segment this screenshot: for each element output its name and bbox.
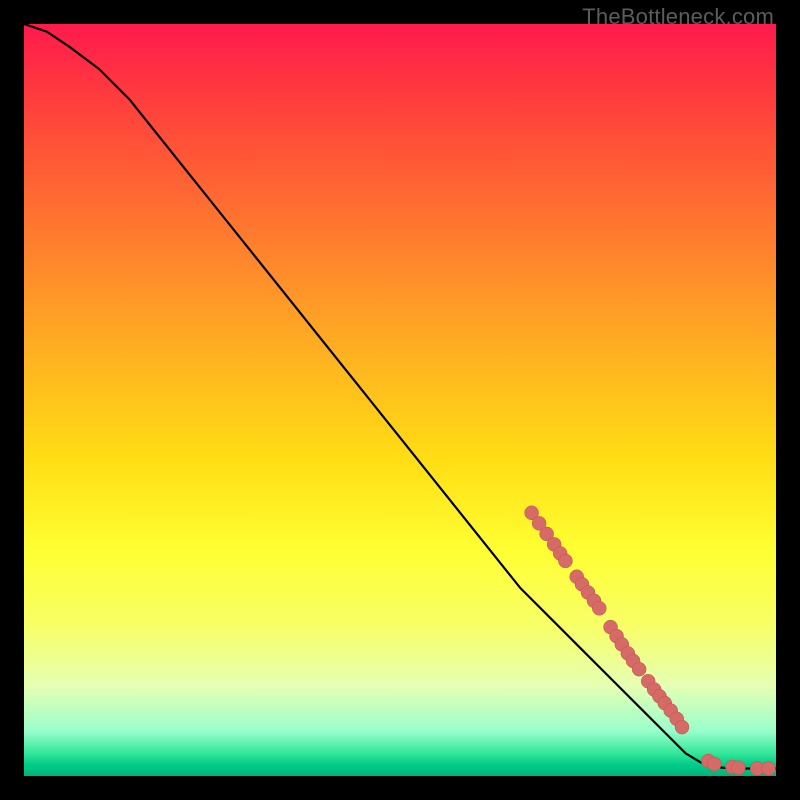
chart-frame: TheBottleneck.com [0, 0, 800, 800]
data-markers-group [525, 506, 776, 776]
data-marker [675, 720, 689, 734]
plot-area [24, 24, 776, 776]
data-marker [761, 761, 775, 775]
bottleneck-curve-line [24, 24, 776, 768]
data-marker [558, 554, 572, 568]
data-marker [632, 662, 646, 676]
data-marker [592, 601, 606, 615]
chart-svg [24, 24, 776, 776]
data-marker [707, 757, 721, 771]
data-marker [731, 761, 745, 775]
